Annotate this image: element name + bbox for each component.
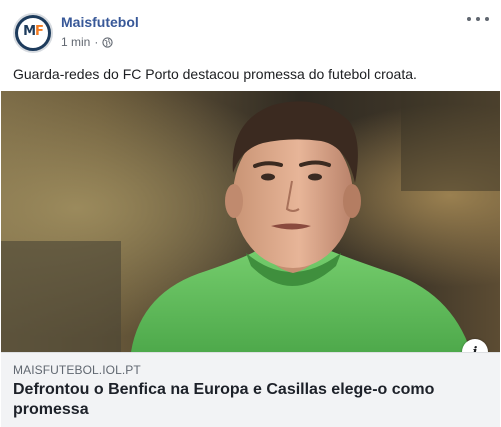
meta-separator: ·: [94, 35, 99, 49]
timestamp-link[interactable]: 1 min: [61, 35, 90, 49]
link-domain: MAISFUTEBOL.IOL.PT: [13, 363, 141, 377]
more-options-icon[interactable]: [467, 12, 489, 26]
avatar[interactable]: MF: [13, 13, 53, 53]
post-meta: 1 min ·: [61, 35, 113, 49]
more-dot: [476, 17, 480, 21]
link-preview-image[interactable]: [1, 91, 500, 352]
globe-icon[interactable]: [102, 36, 113, 48]
more-dot: [467, 17, 471, 21]
page-name-link[interactable]: Maisfutebol: [61, 14, 139, 30]
more-dot: [485, 17, 489, 21]
link-preview[interactable]: MAISFUTEBOL.IOL.PT Defrontou o Benfica n…: [1, 352, 500, 427]
facebook-post: MF Maisfutebol 1 min · Guarda-redes do F…: [0, 0, 501, 427]
post-header: MF Maisfutebol 1 min ·: [0, 0, 501, 60]
post-caption: Guarda-redes do FC Porto destacou promes…: [13, 66, 417, 82]
goalkeeper-photo: [1, 91, 500, 352]
avatar-letter-m: M: [23, 24, 36, 39]
link-headline[interactable]: Defrontou o Benfica na Europa e Casillas…: [13, 380, 453, 420]
avatar-letter-f: F: [35, 24, 44, 39]
avatar-logo: MF: [15, 24, 51, 39]
